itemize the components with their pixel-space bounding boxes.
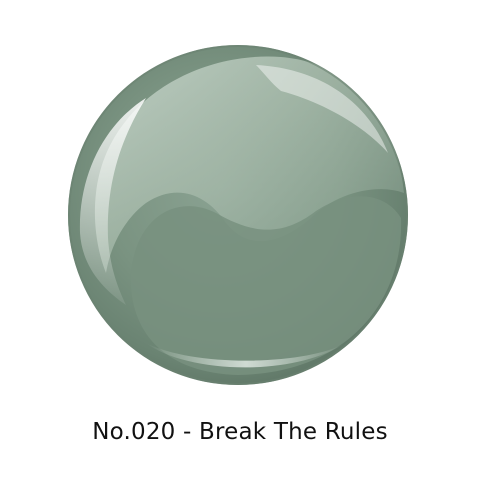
color-swatch-icon: [66, 43, 410, 387]
product-caption: No.020 - Break The Rules: [92, 419, 388, 445]
